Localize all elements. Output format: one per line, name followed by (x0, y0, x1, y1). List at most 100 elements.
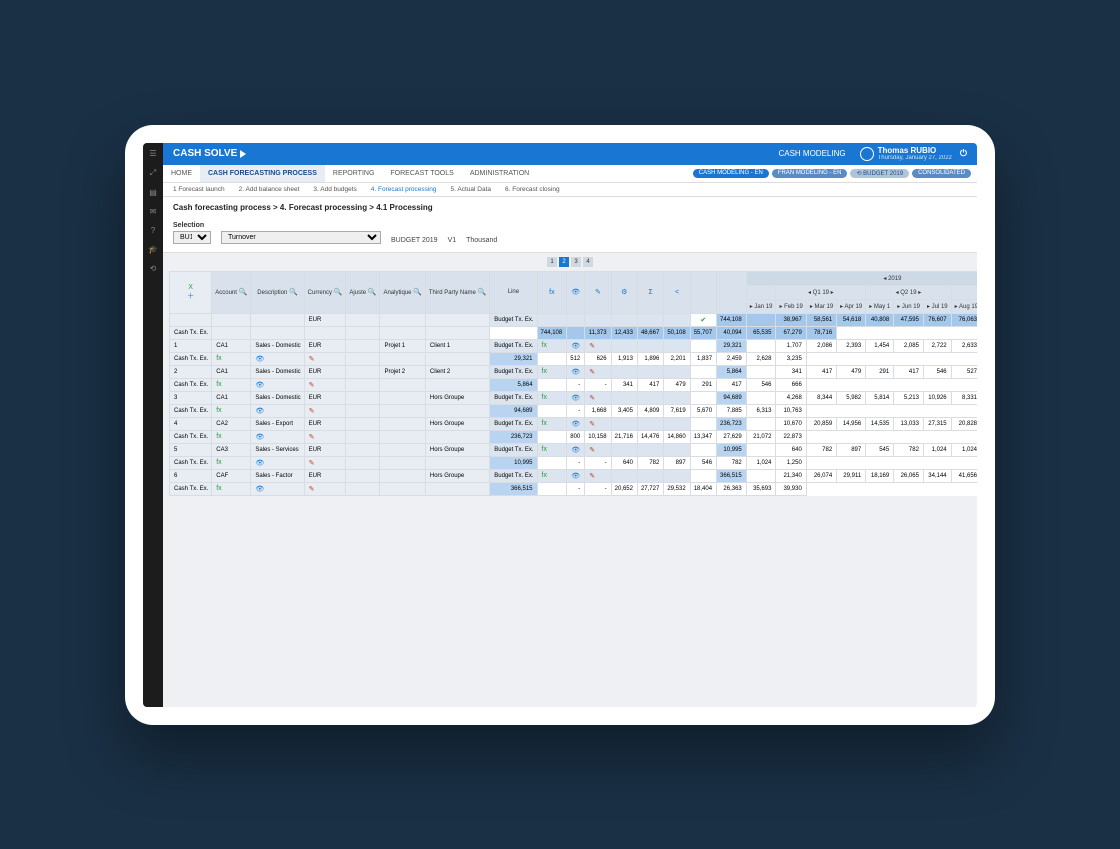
value-cell[interactable]: 26,074 (806, 469, 836, 482)
value-cell[interactable]: 1,707 (776, 339, 806, 352)
eye-cell[interactable]: 👁 (251, 482, 304, 495)
value-cell[interactable]: 76,607 (923, 313, 951, 326)
value-cell[interactable]: 782 (717, 456, 747, 469)
value-cell[interactable]: - (567, 378, 585, 391)
learn-icon[interactable]: 🎓 (148, 245, 158, 254)
value-cell[interactable]: - (567, 456, 585, 469)
value-cell[interactable]: 417 (717, 378, 747, 391)
context-pill[interactable]: CONSOLIDATED (912, 169, 971, 178)
value-cell[interactable]: 2,633 (951, 339, 977, 352)
fx-cell[interactable]: fx (537, 391, 567, 404)
subnav-item[interactable]: 1 Forecast launch (173, 186, 225, 193)
eye-cell[interactable]: 👁 (251, 352, 304, 365)
value-cell[interactable]: 417 (806, 365, 836, 378)
pager-page[interactable]: 1 (547, 257, 557, 267)
fx-cell[interactable]: fx (212, 456, 251, 469)
icon-col[interactable]: 👁 (567, 271, 585, 313)
edit-cell[interactable]: ✎ (304, 430, 346, 443)
month-header[interactable]: ▸ Aug 19 (951, 299, 977, 313)
value-cell[interactable]: 20,828 (951, 417, 977, 430)
value-cell[interactable]: 21,072 (746, 430, 776, 443)
value-cell[interactable]: 4,268 (776, 391, 806, 404)
check-cell[interactable] (690, 469, 716, 482)
value-cell[interactable]: 50,108 (664, 326, 690, 339)
value-cell[interactable]: 5,213 (894, 391, 924, 404)
value-cell[interactable]: 21,340 (776, 469, 806, 482)
context-pill[interactable]: CASH MODELING - EN (693, 169, 769, 178)
subnav-item[interactable]: 6. Forecast closing (505, 186, 560, 193)
fx-cell[interactable]: fx (212, 482, 251, 495)
value-cell[interactable]: 417 (637, 378, 663, 391)
edit-cell[interactable]: ✎ (304, 482, 346, 495)
eye-cell[interactable]: 👁 (567, 339, 585, 352)
value-cell[interactable]: 26,363 (717, 482, 747, 495)
value-cell[interactable]: - (585, 378, 611, 391)
value-cell[interactable] (537, 404, 567, 417)
pager-page[interactable]: 4 (583, 257, 593, 267)
fx-cell[interactable]: fx (212, 404, 251, 417)
edit-cell[interactable]: ✎ (304, 456, 346, 469)
value-cell[interactable]: 782 (894, 443, 924, 456)
fx-cell[interactable]: fx (537, 469, 567, 482)
edit-cell[interactable]: ✎ (304, 352, 346, 365)
icon-col[interactable]: Σ (637, 271, 663, 313)
value-cell[interactable]: 29,532 (664, 482, 690, 495)
value-cell[interactable]: 3,235 (776, 352, 806, 365)
value-cell[interactable]: 7,885 (717, 404, 747, 417)
value-cell[interactable]: 10,926 (923, 391, 951, 404)
check-cell[interactable] (690, 417, 716, 430)
value-cell[interactable]: 626 (585, 352, 611, 365)
fx-cell[interactable]: fx (537, 339, 567, 352)
nav-item[interactable]: HOME (163, 165, 200, 182)
value-cell[interactable] (567, 326, 585, 339)
value-cell[interactable]: 800 (567, 430, 585, 443)
refresh-icon[interactable]: ⟲ (150, 264, 157, 273)
value-cell[interactable]: 417 (894, 365, 924, 378)
value-cell[interactable]: 27,727 (637, 482, 663, 495)
user-block[interactable]: Thomas RUBIO Thursday, January 27, 2022 (878, 147, 952, 161)
edit-cell[interactable]: ✎ (585, 339, 611, 352)
check-cell[interactable]: ✔ (690, 313, 716, 326)
col-header[interactable]: Currency 🔍 (304, 271, 346, 313)
value-cell[interactable]: - (585, 456, 611, 469)
value-cell[interactable] (537, 352, 567, 365)
value-cell[interactable]: 527 (951, 365, 977, 378)
value-cell[interactable]: 546 (923, 365, 951, 378)
avatar-icon[interactable]: 👤 (860, 147, 874, 161)
value-cell[interactable]: - (585, 482, 611, 495)
value-cell[interactable]: 12,433 (611, 326, 637, 339)
value-cell[interactable]: 78,716 (806, 326, 836, 339)
col-header[interactable]: Account 🔍 (212, 271, 251, 313)
value-cell[interactable]: 640 (776, 443, 806, 456)
edit-cell[interactable]: ✎ (304, 378, 346, 391)
value-cell[interactable]: 20,652 (611, 482, 637, 495)
help-icon[interactable]: ? (151, 226, 155, 235)
eye-cell[interactable]: 👁 (567, 365, 585, 378)
subnav-item[interactable]: 5. Actual Data (451, 186, 491, 193)
value-cell[interactable]: 2,085 (894, 339, 924, 352)
value-cell[interactable]: 341 (776, 365, 806, 378)
fx-cell[interactable]: fx (537, 417, 567, 430)
edit-cell[interactable]: ✎ (585, 417, 611, 430)
value-cell[interactable]: 22,873 (776, 430, 806, 443)
col-header[interactable]: Line (490, 271, 537, 313)
value-cell[interactable]: 29,911 (837, 469, 866, 482)
expand-icon[interactable]: ⤢ (150, 168, 156, 178)
eye-cell[interactable]: 👁 (567, 391, 585, 404)
value-cell[interactable] (746, 391, 776, 404)
value-cell[interactable]: 55,707 (690, 326, 716, 339)
value-cell[interactable]: 545 (866, 443, 894, 456)
value-cell[interactable]: 58,561 (806, 313, 836, 326)
add-icon[interactable]: ＋ (187, 293, 194, 300)
col-header[interactable]: Analytique 🔍 (380, 271, 425, 313)
value-cell[interactable]: 8,331 (951, 391, 977, 404)
menu-icon[interactable]: ☰ (149, 149, 156, 158)
check-cell[interactable] (490, 326, 537, 339)
pager-page[interactable]: 3 (571, 257, 581, 267)
mail-icon[interactable]: ✉ (150, 207, 157, 216)
edit-cell[interactable]: ✎ (585, 469, 611, 482)
value-cell[interactable]: 640 (611, 456, 637, 469)
value-cell[interactable]: 14,476 (637, 430, 663, 443)
value-cell[interactable]: 14,535 (866, 417, 894, 430)
value-cell[interactable]: 1,837 (690, 352, 716, 365)
